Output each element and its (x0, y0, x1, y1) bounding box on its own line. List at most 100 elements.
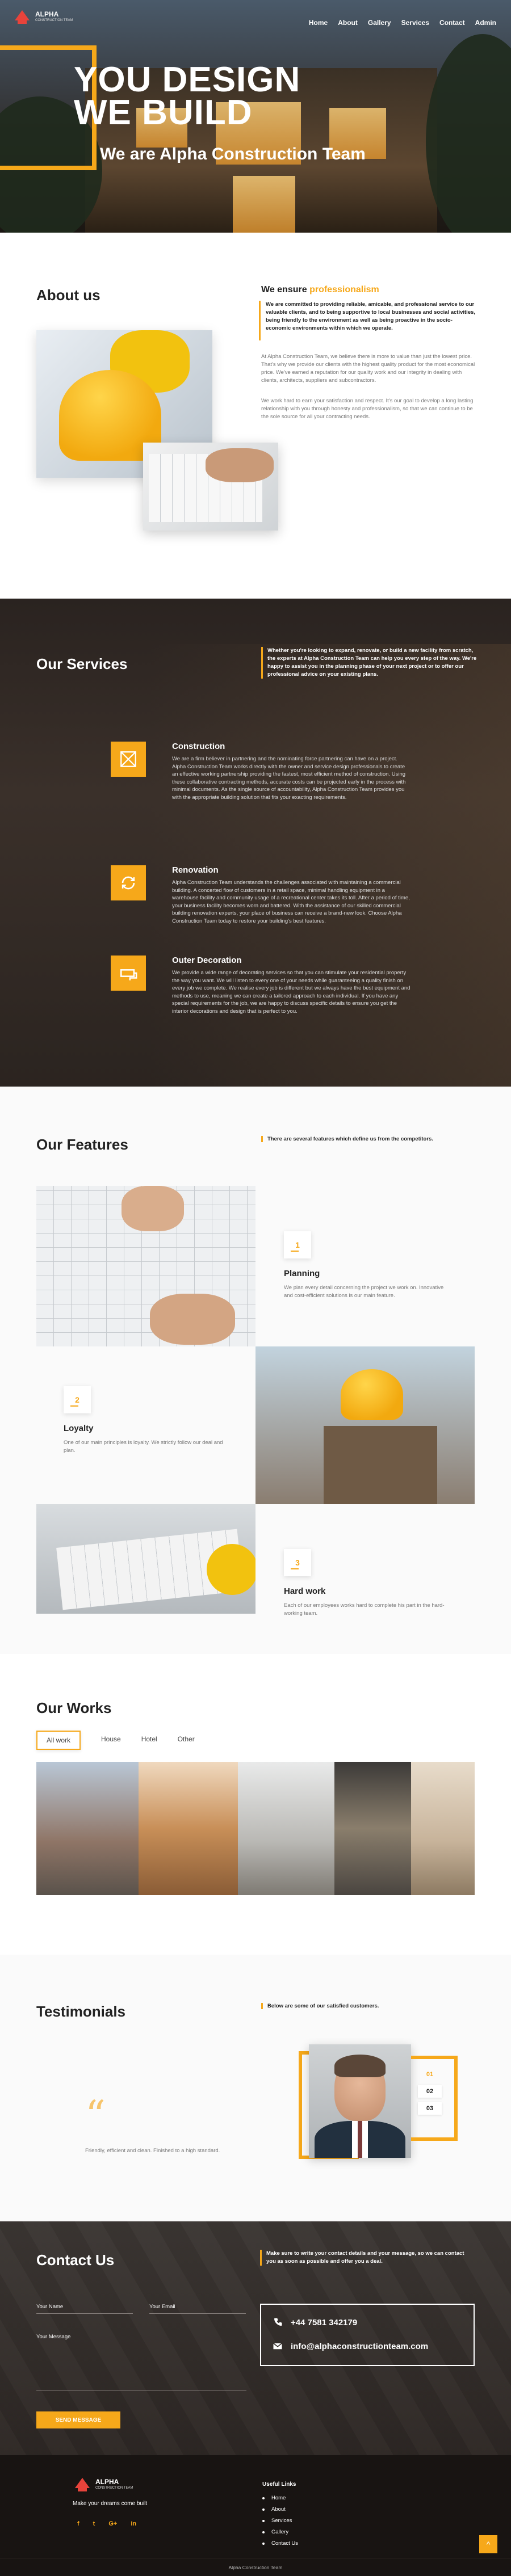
services-lead: Whether you're looking to expand, renova… (261, 647, 477, 679)
feature-card-loyalty: 2 Loyalty One of our main principles is … (64, 1386, 228, 1455)
nav-home[interactable]: Home (309, 19, 328, 27)
contact-title: Contact Us (36, 2251, 115, 2268)
service-description: We provide a wide range of decorating se… (172, 970, 411, 1015)
hero-subtitle: We are Alpha Construction Team (100, 145, 366, 163)
linkedin-icon[interactable]: in (131, 2520, 136, 2527)
footer-link-gallery[interactable]: Gallery (262, 2529, 298, 2535)
service-title: Construction (172, 742, 225, 751)
ensure-prefix: We ensure (261, 285, 310, 294)
gallery-image[interactable] (36, 1762, 139, 1895)
works-filter-tabs: All work House Hotel Other (36, 1731, 195, 1750)
feature-description: We plan every detail concerning the proj… (284, 1285, 444, 1299)
email-address: info@alphaconstructionteam.com (291, 2341, 429, 2351)
gallery-image[interactable] (139, 1762, 238, 1895)
facebook-icon[interactable]: f (77, 2520, 79, 2527)
about-section: About us We ensure professionalism We ar… (0, 233, 511, 599)
back-to-top-button[interactable]: ^ (479, 2535, 497, 2553)
nav-admin[interactable]: Admin (475, 19, 496, 27)
helmet-shape (207, 1544, 256, 1595)
contact-phone[interactable]: +44 7581 342179 (273, 2317, 357, 2327)
nav-gallery[interactable]: Gallery (368, 19, 391, 27)
gallery-image[interactable] (334, 1762, 411, 1895)
send-message-button[interactable]: SEND MESSAGE (36, 2411, 120, 2428)
feature-card-planning: 1 Planning We plan every detail concerni… (284, 1231, 449, 1300)
contact-email[interactable]: info@alphaconstructionteam.com (273, 2341, 428, 2351)
nav-services[interactable]: Services (401, 19, 429, 27)
hero-section: ALPHA CONSTRUCTION TEAM Home About Galler… (0, 0, 511, 233)
phone-icon (274, 2318, 282, 2326)
gallery-image[interactable] (238, 1762, 334, 1895)
suit-shape (315, 2121, 405, 2158)
about-blueprint-image (143, 443, 278, 531)
logo-house-icon (73, 2478, 92, 2493)
accent-bar (259, 301, 261, 340)
services-title: Our Services (36, 655, 128, 672)
pager-item-2[interactable]: 02 (418, 2085, 442, 2098)
useful-links: Home About Services Gallery Contact Us (262, 2495, 298, 2546)
helmet-shape (341, 1369, 403, 1420)
feature-planning-image (36, 1186, 256, 1346)
decoration-icon (111, 956, 146, 991)
useful-links-title: Useful Links (262, 2481, 296, 2487)
quote-icon: “ (85, 2092, 106, 2139)
service-title: Outer Decoration (172, 956, 242, 965)
footer-link-about[interactable]: About (262, 2506, 298, 2512)
features-title: Our Features (36, 1136, 128, 1153)
footer-link-home[interactable]: Home (262, 2495, 298, 2501)
footer-logo[interactable]: ALPHA CONSTRUCTION TEAM (73, 2478, 133, 2493)
testimonials-lead: Below are some of our satisfied customer… (261, 2003, 379, 2009)
tab-other[interactable]: Other (178, 1731, 195, 1750)
tab-hotel[interactable]: Hotel (141, 1731, 157, 1750)
testimonial-pager: 01 02 03 (418, 2068, 442, 2115)
tab-house[interactable]: House (101, 1731, 121, 1750)
tree (426, 34, 511, 233)
logo-house-icon (12, 10, 32, 25)
testimonials-title: Testimonials (36, 2003, 126, 2020)
about-paragraph-3: We work hard to earn your satisfaction a… (261, 398, 474, 420)
service-description: Alpha Construction Team understands the … (172, 879, 410, 924)
feature-number: 3 (284, 1549, 311, 1576)
nav-about[interactable]: About (338, 19, 358, 27)
pager-item-3[interactable]: 03 (418, 2102, 442, 2115)
name-field[interactable]: Your Name (36, 2304, 133, 2314)
footer: ALPHA CONSTRUCTION TEAM Make your dreams … (0, 2455, 511, 2576)
feature-number: 1 (284, 1231, 311, 1258)
gallery-image[interactable] (411, 1762, 475, 1895)
twitter-icon[interactable]: t (93, 2520, 95, 2527)
feature-description: Each of our employees works hard to comp… (284, 1602, 445, 1617)
contact-info-box: +44 7581 342179 info@alphaconstructionte… (260, 2304, 475, 2366)
works-gallery (36, 1762, 475, 1895)
worker-shape (324, 1426, 437, 1504)
about-paragraph-1: We are committed to providing reliable, … (266, 301, 476, 331)
renovation-icon (111, 865, 146, 900)
hair-shape (334, 2055, 386, 2077)
footer-link-contact[interactable]: Contact Us (262, 2540, 298, 2546)
feature-title: Hard work (284, 1586, 326, 1596)
hero-headline: YOU DESIGN WE BUILD (74, 62, 300, 132)
tab-all-work[interactable]: All work (36, 1731, 81, 1750)
email-field[interactable]: Your Email (149, 2304, 246, 2314)
house-door (233, 176, 295, 233)
feature-hardwork-image (36, 1504, 256, 1614)
brand-logo[interactable]: ALPHA CONSTRUCTION TEAM (12, 10, 73, 25)
nav-contact[interactable]: Contact (439, 19, 465, 27)
hero-line-2: WE BUILD (74, 93, 253, 132)
works-title: Our Works (36, 1699, 112, 1716)
brand-subtitle: CONSTRUCTION TEAM (35, 19, 73, 22)
customer-photo (309, 2044, 411, 2158)
features-lead: There are several features which define … (261, 1136, 433, 1142)
message-field[interactable]: Your Message (36, 2334, 246, 2390)
pager-item-1[interactable]: 01 (418, 2068, 442, 2081)
about-ensure-heading: We ensure professionalism (261, 285, 379, 295)
feature-description: One of our main principles is loyalty. W… (64, 1439, 223, 1454)
works-section: Our Works All work House Hotel Other (0, 1654, 511, 1955)
social-links: f t G+ in (77, 2520, 136, 2527)
feature-card-hardwork: 3 Hard work Each of our employees works … (284, 1549, 449, 1618)
brand-name: ALPHA (95, 2478, 119, 2486)
brand-subtitle: CONSTRUCTION TEAM (95, 2486, 133, 2490)
phone-number: +44 7581 342179 (291, 2317, 358, 2327)
footer-link-services[interactable]: Services (262, 2518, 298, 2524)
feature-loyalty-image (256, 1346, 475, 1504)
copyright: Alpha Construction Team (0, 2558, 511, 2576)
google-plus-icon[interactable]: G+ (108, 2520, 117, 2527)
